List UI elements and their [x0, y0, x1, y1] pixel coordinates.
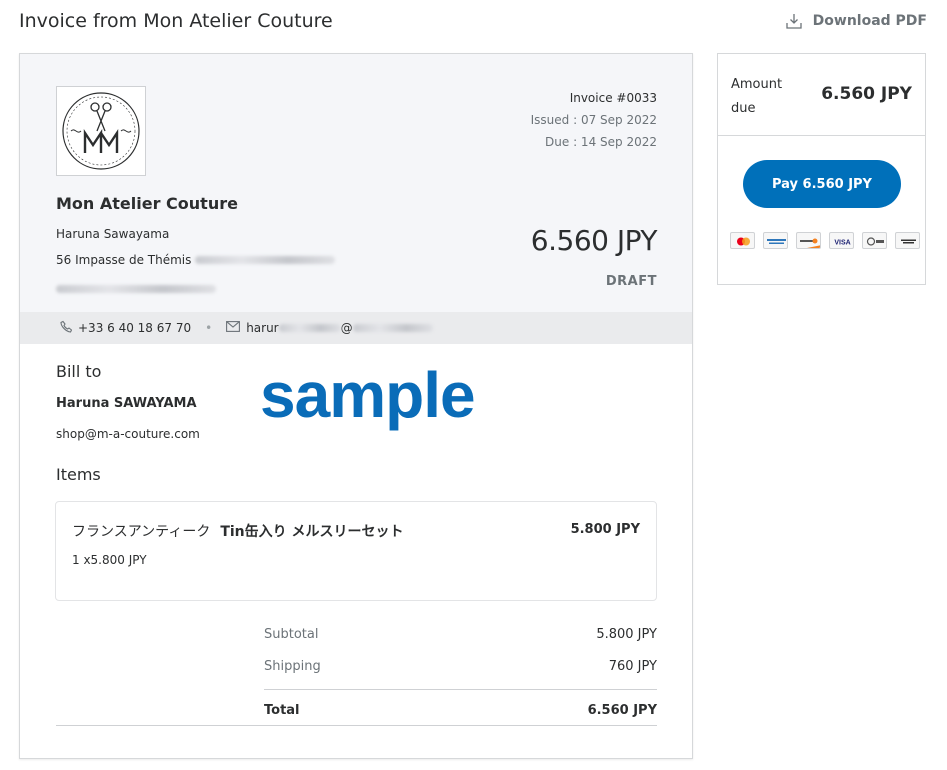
status-badge: DRAFT	[605, 274, 657, 289]
redacted-email-local	[278, 324, 341, 332]
generic-card-icon	[895, 232, 920, 249]
phone-icon	[60, 320, 73, 336]
mastercard-icon	[730, 232, 755, 249]
svg-text:VISA: VISA	[834, 240, 850, 247]
mail-icon	[226, 321, 241, 335]
total-value: 6.560 JPY	[587, 702, 657, 718]
amount-due-label: Amount due	[731, 77, 783, 116]
merchant-logo	[56, 86, 146, 176]
item-quantity: 1 x5.800 JPY	[72, 553, 147, 567]
merchant-email-prefix: harur	[246, 321, 279, 335]
merchant-address: 56 Impasse de Thémis	[56, 253, 336, 267]
amex-icon	[763, 232, 788, 249]
bill-to-name: Haruna SAWAYAMA	[56, 396, 197, 411]
separator-dot: •	[205, 321, 213, 335]
merchant-person: Haruna Sawayama	[56, 227, 170, 241]
items-label: Items	[56, 465, 101, 484]
amount-due-value: 6.560 JPY	[821, 84, 912, 104]
item-name-text: フランスアンティーク	[72, 524, 211, 540]
invoice-due-date: Due : 14 Sep 2022	[545, 135, 657, 149]
item-name-bold: Tin缶入り メルスリーセット	[220, 524, 404, 540]
redacted-address	[195, 256, 336, 264]
sample-watermark: sample	[260, 359, 476, 431]
invoice-issued-date: Issued : 07 Sep 2022	[530, 113, 657, 127]
invoice-header: Invoice #0033 Issued : 07 Sep 2022 Due :…	[20, 54, 692, 312]
download-pdf-button[interactable]: Download PDF	[785, 12, 927, 30]
contact-bar: +33 6 40 18 67 70 • harur @	[20, 312, 692, 344]
discover-icon	[796, 232, 821, 249]
subtotal-row: Subtotal 5.800 JPY	[264, 618, 657, 650]
invoice-card: Invoice #0033 Issued : 07 Sep 2022 Due :…	[19, 53, 693, 759]
payment-divider	[718, 135, 925, 136]
bill-to-label: Bill to	[56, 362, 102, 381]
invoice-amount: 6.560 JPY	[530, 224, 658, 257]
redacted-address-line	[56, 278, 216, 297]
payment-card: Amount due 6.560 JPY Pay 6.560 JPY VISA	[717, 53, 926, 285]
bill-to-email: shop@m-a-couture.com	[56, 427, 200, 441]
merchant-phone[interactable]: +33 6 40 18 67 70	[60, 320, 191, 336]
total-label: Total	[264, 702, 300, 718]
shipping-row: Shipping 760 JPY	[264, 650, 657, 682]
item-price: 5.800 JPY	[570, 522, 640, 537]
total-row: Total 6.560 JPY	[264, 690, 657, 730]
merchant-address-text: 56 Impasse de Thémis	[56, 253, 192, 267]
jcb-icon	[862, 232, 887, 249]
visa-icon: VISA	[829, 232, 854, 249]
bottom-divider	[56, 725, 657, 726]
merchant-email[interactable]: harur @	[226, 321, 433, 335]
download-icon	[785, 12, 803, 30]
item-name: フランスアンティーク Tin缶入り メルスリーセット	[72, 521, 404, 541]
subtotal-value: 5.800 JPY	[596, 626, 657, 642]
shipping-label: Shipping	[264, 658, 321, 674]
invoice-meta: Invoice #0033 Issued : 07 Sep 2022 Due :…	[531, 87, 657, 153]
subtotal-label: Subtotal	[264, 626, 319, 642]
merchant-name: Mon Atelier Couture	[56, 194, 238, 213]
invoice-number: Invoice #0033	[569, 91, 657, 105]
list-item: フランスアンティーク Tin缶入り メルスリーセット 5.800 JPY 1 x5…	[55, 501, 657, 601]
merchant-email-at: @	[340, 321, 353, 335]
pay-button[interactable]: Pay 6.560 JPY	[743, 160, 901, 208]
redacted-email-domain	[352, 324, 433, 332]
page-title: Invoice from Mon Atelier Couture	[19, 10, 333, 32]
merchant-phone-text: +33 6 40 18 67 70	[78, 321, 192, 335]
totals: Subtotal 5.800 JPY Shipping 760 JPY Tota…	[264, 618, 657, 730]
shipping-value: 760 JPY	[608, 658, 657, 674]
download-pdf-label: Download PDF	[812, 13, 927, 29]
accepted-cards: VISA	[730, 232, 920, 249]
